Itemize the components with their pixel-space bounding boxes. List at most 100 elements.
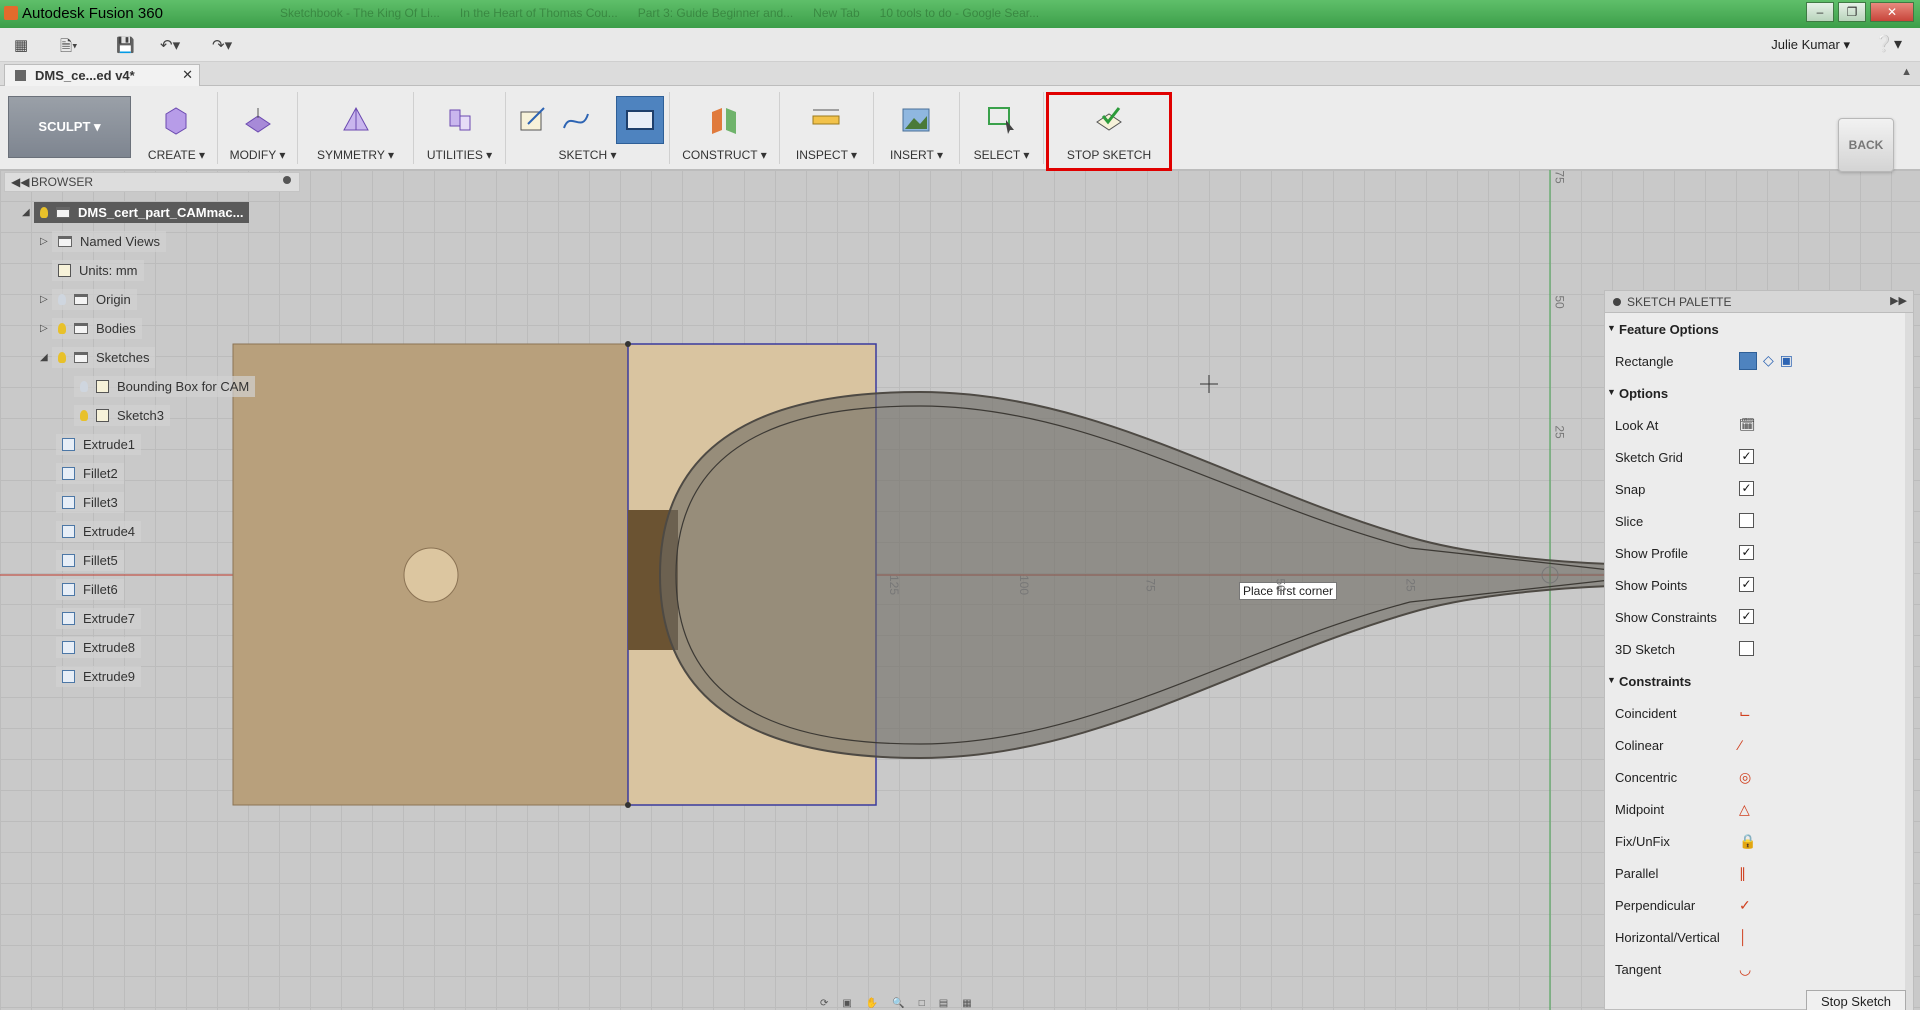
minimize-button[interactable]: – bbox=[1806, 2, 1834, 22]
create-box-icon[interactable] bbox=[156, 100, 196, 140]
tree-item-sketches[interactable]: ◢ Sketches bbox=[40, 345, 156, 369]
symmetry-icon[interactable] bbox=[336, 100, 376, 140]
constraint-coincident[interactable]: Coincident ⌙ bbox=[1605, 697, 1913, 729]
stop-sketch-palette-button[interactable]: Stop Sketch bbox=[1806, 990, 1906, 1010]
utilities-icon[interactable] bbox=[440, 100, 480, 140]
tree-item-bounding-box-sketch[interactable]: Bounding Box for CAM bbox=[74, 374, 256, 398]
snap-checkbox[interactable]: ✓ bbox=[1739, 481, 1754, 496]
options-section[interactable]: Options bbox=[1605, 377, 1913, 409]
perpendicular-icon[interactable]: ✓ bbox=[1739, 897, 1751, 914]
modify-group[interactable]: MODIFY ▾ bbox=[218, 92, 298, 164]
constraint-horizontal-vertical[interactable]: Horizontal/Vertical │ bbox=[1605, 921, 1913, 953]
parallel-icon[interactable]: ∥ bbox=[1739, 865, 1746, 882]
sketch-group[interactable]: SKETCH ▾ bbox=[506, 92, 670, 164]
display-settings-icon[interactable]: ▤ bbox=[939, 998, 948, 1010]
close-tab-icon[interactable]: ✕ bbox=[182, 67, 193, 83]
constraint-perpendicular[interactable]: Perpendicular ✓ bbox=[1605, 889, 1913, 921]
concentric-icon[interactable]: ◎ bbox=[1739, 769, 1751, 786]
undo-icon[interactable]: ↶▾ bbox=[160, 36, 180, 54]
3d-sketch-checkbox[interactable] bbox=[1739, 641, 1754, 656]
close-window-button[interactable]: ✕ bbox=[1870, 2, 1914, 22]
constraint-parallel[interactable]: Parallel ∥ bbox=[1605, 857, 1913, 889]
browser-tab[interactable]: 10 tools to do - Google Sear... bbox=[880, 6, 1039, 20]
insert-group[interactable]: INSERT ▾ bbox=[874, 92, 960, 164]
select-menu[interactable]: SELECT ▾ bbox=[960, 148, 1043, 162]
grid-settings-icon[interactable]: ▦ bbox=[962, 998, 971, 1010]
midpoint-icon[interactable]: △ bbox=[1739, 801, 1750, 818]
insert-image-icon[interactable] bbox=[896, 100, 936, 140]
pan-icon[interactable]: ✋ bbox=[866, 998, 878, 1010]
tangent-icon[interactable]: ◡ bbox=[1739, 961, 1751, 978]
collapse-icon[interactable]: ▲ bbox=[1901, 66, 1912, 78]
data-panel-grid-icon[interactable]: ▦ bbox=[14, 36, 28, 54]
inspect-menu[interactable]: INSPECT ▾ bbox=[780, 148, 873, 162]
workspace-switcher[interactable]: SCULPT ▾ bbox=[8, 96, 131, 158]
timeline-feature[interactable]: Extrude7 bbox=[56, 606, 142, 630]
utilities-group[interactable]: UTILITIES ▾ bbox=[414, 92, 506, 164]
collapse-arrows-icon[interactable]: ◀◀ bbox=[11, 175, 29, 189]
two-point-rectangle-icon[interactable] bbox=[1739, 352, 1757, 370]
symmetry-group[interactable]: SYMMETRY ▾ bbox=[298, 92, 414, 164]
help-icon[interactable]: ❔▾ bbox=[1874, 34, 1902, 54]
constraint-colinear[interactable]: Colinear ∕ bbox=[1605, 729, 1913, 761]
create-menu[interactable]: CREATE ▾ bbox=[136, 148, 217, 162]
browser-tab[interactable]: Sketchbook - The King Of Li... bbox=[280, 6, 440, 20]
construct-menu[interactable]: CONSTRUCT ▾ bbox=[670, 148, 779, 162]
constraint-fix[interactable]: Fix/UnFix 🔒 bbox=[1605, 825, 1913, 857]
construct-group[interactable]: CONSTRUCT ▾ bbox=[670, 92, 780, 164]
timeline-feature[interactable]: Extrude9 bbox=[56, 664, 142, 688]
constraint-midpoint[interactable]: Midpoint △ bbox=[1605, 793, 1913, 825]
timeline-feature[interactable]: Fillet3 bbox=[56, 490, 124, 514]
timeline-feature[interactable]: Fillet6 bbox=[56, 577, 124, 601]
create-sketch-icon[interactable] bbox=[512, 100, 552, 140]
inspect-group[interactable]: INSPECT ▾ bbox=[780, 92, 874, 164]
insert-menu[interactable]: INSERT ▾ bbox=[874, 148, 959, 162]
sketch-menu[interactable]: SKETCH ▾ bbox=[506, 148, 669, 162]
timeline-feature[interactable]: Fillet5 bbox=[56, 548, 124, 572]
browser-tab[interactable]: New Tab bbox=[813, 6, 859, 20]
tree-item-sketch3[interactable]: Sketch3 bbox=[74, 403, 170, 427]
lock-icon[interactable]: 🔒 bbox=[1739, 833, 1756, 850]
look-at-nav-icon[interactable]: ▣ bbox=[842, 998, 851, 1010]
browser-root-item[interactable]: ◢ DMS_cert_part_CAMmac... bbox=[22, 200, 250, 224]
sketch-palette-header[interactable]: SKETCH PALETTE ▶▶ bbox=[1605, 291, 1913, 313]
timeline-feature[interactable]: Extrude4 bbox=[56, 519, 142, 543]
browser-panel-header[interactable]: ◀◀ BROWSER bbox=[4, 172, 300, 192]
horizontal-vertical-icon[interactable]: │ bbox=[1739, 929, 1748, 945]
maximize-button[interactable]: ❐ bbox=[1838, 2, 1866, 22]
tree-item-units[interactable]: Units: mm bbox=[52, 258, 144, 282]
show-constraints-checkbox[interactable]: ✓ bbox=[1739, 609, 1754, 624]
slice-checkbox[interactable] bbox=[1739, 513, 1754, 528]
fit-icon[interactable]: □ bbox=[919, 998, 925, 1010]
timeline-feature[interactable]: Fillet2 bbox=[56, 461, 124, 485]
measure-icon[interactable] bbox=[806, 100, 846, 140]
timeline-feature[interactable]: Extrude1 bbox=[56, 432, 142, 456]
look-at-icon[interactable]: 🗓 bbox=[1739, 417, 1756, 433]
sketch-grid-checkbox[interactable]: ✓ bbox=[1739, 449, 1754, 464]
constraint-tangent[interactable]: Tangent ◡ bbox=[1605, 953, 1913, 985]
select-icon[interactable] bbox=[982, 100, 1022, 140]
orbit-icon[interactable]: ⟳ bbox=[820, 998, 828, 1010]
constraint-concentric[interactable]: Concentric ◎ bbox=[1605, 761, 1913, 793]
tree-item-bodies[interactable]: ▷ Bodies bbox=[40, 316, 142, 340]
zoom-icon[interactable]: 🔍 bbox=[892, 998, 904, 1010]
feature-options-section[interactable]: Feature Options bbox=[1605, 313, 1913, 345]
modify-menu[interactable]: MODIFY ▾ bbox=[218, 148, 297, 162]
line-tool-icon[interactable] bbox=[556, 100, 596, 140]
center-rectangle-icon[interactable]: ▣ bbox=[1780, 352, 1793, 370]
select-group[interactable]: SELECT ▾ bbox=[960, 92, 1044, 164]
utilities-menu[interactable]: UTILITIES ▾ bbox=[414, 148, 505, 162]
create-group[interactable]: CREATE ▾ bbox=[136, 92, 218, 164]
tree-item-origin[interactable]: ▷ Origin bbox=[40, 287, 137, 311]
browser-tab[interactable]: In the Heart of Thomas Cou... bbox=[460, 6, 618, 20]
coincident-icon[interactable]: ⌙ bbox=[1739, 705, 1751, 722]
document-tab[interactable]: DMS_ce...ed v4* ✕ bbox=[4, 64, 200, 86]
rectangle-tool-icon[interactable] bbox=[616, 96, 664, 144]
symmetry-menu[interactable]: SYMMETRY ▾ bbox=[298, 148, 413, 162]
construct-plane-icon[interactable] bbox=[704, 100, 744, 140]
save-icon[interactable]: 💾 bbox=[116, 36, 135, 54]
expand-arrows-icon[interactable]: ▶▶ bbox=[1890, 294, 1907, 307]
modify-icon[interactable] bbox=[238, 100, 278, 140]
colinear-icon[interactable]: ∕ bbox=[1739, 737, 1741, 753]
timeline-feature[interactable]: Extrude8 bbox=[56, 635, 142, 659]
